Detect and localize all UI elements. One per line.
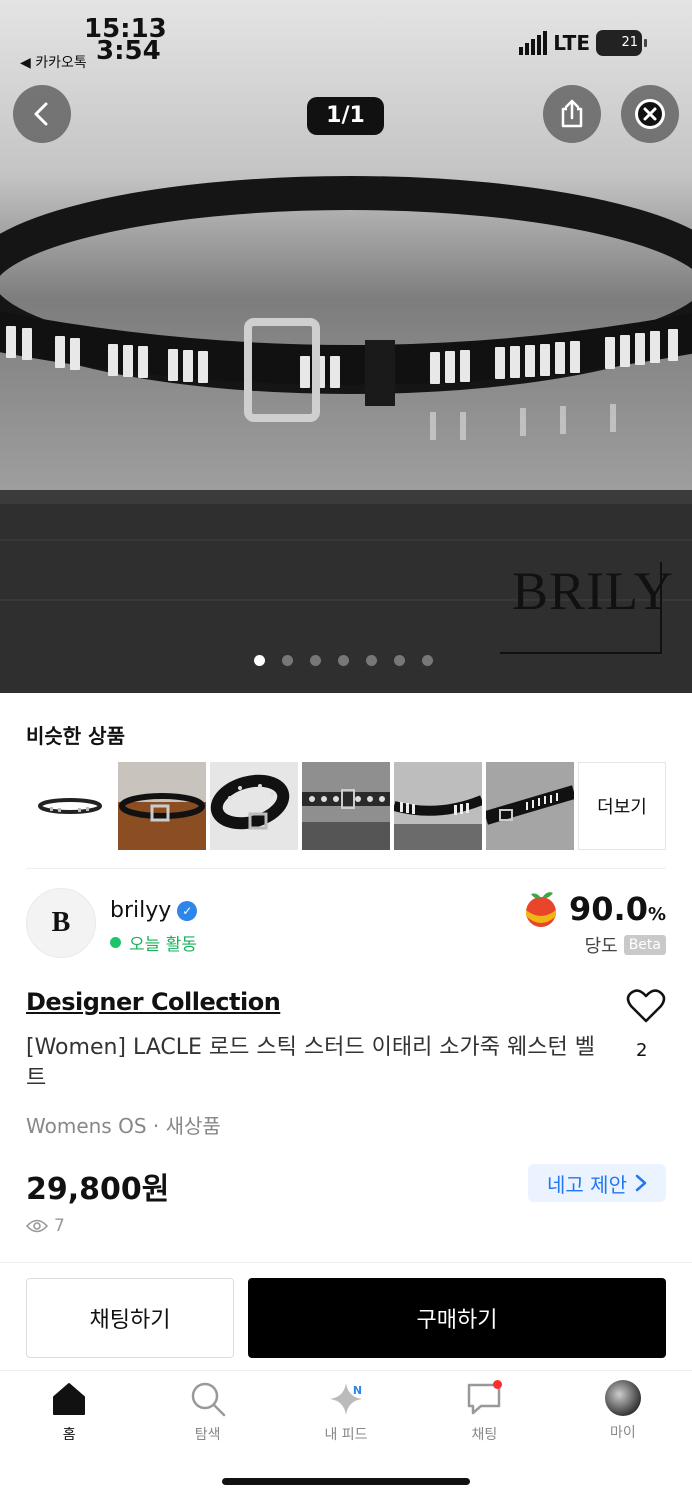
similar-product-thumb[interactable] xyxy=(394,762,482,850)
gallery-dot[interactable] xyxy=(254,655,265,666)
gallery-dot[interactable] xyxy=(338,655,349,666)
seller-activity: 오늘 활동 xyxy=(110,930,197,955)
chevron-right-icon xyxy=(635,1174,647,1192)
seller-score[interactable]: 90.0% xyxy=(521,888,666,930)
tab-my-label: 마이 xyxy=(609,1425,636,1441)
product-title: [Women] LACLE 로드 스틱 스터드 이태리 소가죽 웨스턴 벨트 xyxy=(26,1035,595,1091)
offer-label: 네고 제안 xyxy=(547,1172,627,1197)
battery-icon: 21 xyxy=(596,30,647,56)
online-dot-icon xyxy=(110,937,121,948)
gallery-dot[interactable] xyxy=(366,655,377,666)
tab-home[interactable]: 홈 xyxy=(0,1380,138,1450)
similar-product-thumb[interactable] xyxy=(210,762,298,850)
signal-icon xyxy=(519,31,548,55)
product-meta: Womens OS · 새상품 xyxy=(26,1114,221,1138)
tab-my-feed[interactable]: N 내 피드 xyxy=(277,1380,415,1450)
image-counter: 1/1 xyxy=(307,97,384,135)
status-icons: LTE 21 xyxy=(519,30,647,56)
similar-product-thumb[interactable] xyxy=(486,762,574,850)
tab-explore[interactable]: 탐색 xyxy=(138,1380,276,1450)
share-button[interactable] xyxy=(543,85,601,143)
gallery-dot[interactable] xyxy=(422,655,433,666)
fruit-score-icon xyxy=(526,892,556,927)
status-time-overlay: 3:54 xyxy=(96,36,161,66)
similar-more-button[interactable]: 더보기 xyxy=(578,762,666,850)
back-button[interactable] xyxy=(13,85,71,143)
chat-button[interactable]: 채팅하기 xyxy=(26,1278,234,1358)
seller-activity-label: 오늘 활동 xyxy=(129,935,197,955)
verified-badge-icon: ✓ xyxy=(177,900,198,921)
similar-products-title: 비슷한 상품 xyxy=(26,724,125,748)
divider xyxy=(0,1370,692,1371)
buy-button[interactable]: 구매하기 xyxy=(248,1278,666,1358)
similar-product-thumb[interactable] xyxy=(302,762,390,850)
seller-avatar[interactable]: B xyxy=(26,888,96,958)
heart-icon xyxy=(626,989,666,1023)
gallery-dot[interactable] xyxy=(394,655,405,666)
gallery-dots xyxy=(254,655,433,666)
close-icon xyxy=(635,99,665,129)
watermark: BRILY xyxy=(512,561,674,621)
bottom-tab-bar: 홈 탐색 N 내 피드 채팅 마이 xyxy=(0,1380,692,1450)
chevron-left-icon xyxy=(34,102,48,126)
network-label: LTE xyxy=(553,31,590,55)
gallery-dot[interactable] xyxy=(282,655,293,666)
user-avatar xyxy=(604,1380,641,1416)
view-count-value: 7 xyxy=(54,1216,65,1236)
status-back-to-app[interactable]: ◀ 카카오톡 xyxy=(20,52,87,72)
similar-products-list: 더보기 xyxy=(26,762,666,850)
beta-badge: Beta xyxy=(623,935,666,955)
divider xyxy=(0,1262,692,1263)
search-icon xyxy=(191,1382,225,1417)
similar-product-thumb[interactable] xyxy=(26,762,114,850)
share-icon xyxy=(561,99,583,128)
product-price: 29,800원 xyxy=(26,1172,170,1207)
seller-score-label: 당도 xyxy=(584,936,618,957)
offer-button[interactable]: 네고 제안 xyxy=(528,1164,666,1202)
seller-score-value: 90.0% xyxy=(569,890,666,928)
home-indicator xyxy=(222,1478,470,1485)
tab-home-label: 홈 xyxy=(62,1427,76,1443)
like-button[interactable] xyxy=(626,988,666,1028)
tab-my[interactable]: 마이 xyxy=(554,1380,692,1450)
eye-icon xyxy=(26,1219,48,1233)
like-count: 2 xyxy=(636,1040,648,1061)
seller-score-label-row: 당도 Beta xyxy=(585,932,666,958)
home-icon xyxy=(53,1383,86,1415)
divider xyxy=(26,868,666,869)
tab-chat[interactable]: 채팅 xyxy=(415,1380,553,1450)
view-count: 7 xyxy=(26,1216,65,1236)
tab-chat-label: 채팅 xyxy=(471,1427,498,1443)
tab-my-feed-label: 내 피드 xyxy=(324,1427,368,1443)
seller-name: brilyy xyxy=(110,898,172,923)
product-brand-link[interactable]: Designer Collection xyxy=(26,988,281,1016)
similar-product-thumb[interactable] xyxy=(118,762,206,850)
tab-explore-label: 탐색 xyxy=(194,1427,221,1443)
product-image-gallery[interactable]: BRILY 15:13 3:54 ◀ 카카오톡 LTE 21 1/1 xyxy=(0,0,692,693)
close-button[interactable] xyxy=(621,85,679,143)
seller-info[interactable]: brilyy ✓ xyxy=(110,898,198,923)
gallery-dot[interactable] xyxy=(310,655,321,666)
new-badge: N xyxy=(352,1384,363,1397)
